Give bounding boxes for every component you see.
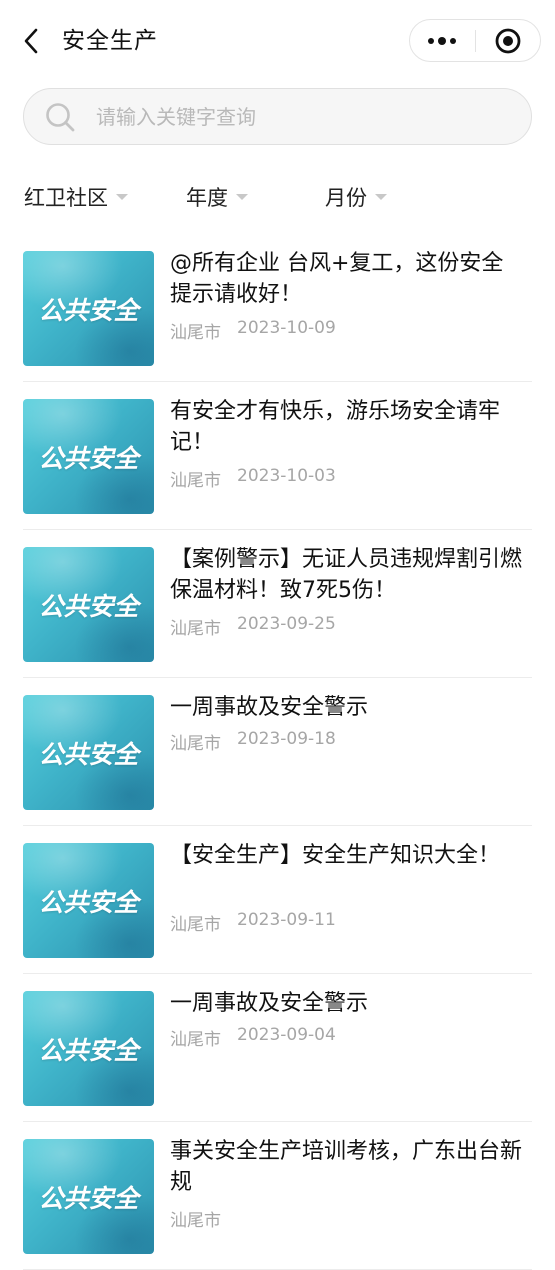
filter-month-label: 月份 [325,186,367,210]
article-source: 汕尾市 [170,734,221,754]
search-icon [44,101,76,133]
article-title: 【案例警示】无证人员违规焊割引燃保温材料！致7死5伤！ [170,547,523,603]
thumbnail-label: 公共安全 [38,295,139,325]
article-item[interactable]: 公共安全 @所有企业 台风+复工，这份安全提示请收好！ 汕尾市 2023-10-… [23,234,532,382]
article-date: 2023-09-11 [237,910,336,930]
target-close-icon [495,28,521,53]
article-source: 汕尾市 [170,1211,221,1231]
article-item[interactable]: 公共安全 一周事故及安全警示 汕尾市 2023-09-18 [23,678,532,826]
thumbnail-label: 公共安全 [38,591,139,621]
thumbnail-label: 公共安全 [38,739,139,769]
article-source: 汕尾市 [170,323,221,343]
article-item[interactable]: 公共安全 【案例警示】无证人员违规焊割引燃保温材料！致7死5伤！ 汕尾市 202… [23,530,532,678]
article-meta: 汕尾市 2023-09-04 [170,1025,336,1050]
article-date: 2023-10-03 [237,466,336,486]
back-button[interactable] [14,22,50,60]
thumbnail-label: 公共安全 [38,443,139,473]
thumbnail-label: 公共安全 [38,1183,139,1213]
article-thumbnail: 公共安全 [23,695,154,810]
filter-year[interactable]: 年度 [186,172,248,222]
navigation-bar: 安全生产 [0,0,555,82]
article-title: @所有企业 台风+复工，这份安全提示请收好！ [170,251,504,307]
more-dots-icon [428,36,457,45]
mini-program-capsule [409,19,541,62]
article-meta: 汕尾市 2023-09-18 [170,729,336,754]
article-title: 一周事故及安全警示 [170,991,369,1016]
article-item[interactable]: 公共安全 一周事故及安全警示 汕尾市 2023-09-04 [23,974,532,1122]
search-bar[interactable] [23,88,532,145]
article-title: 一周事故及安全警示 [170,695,369,720]
article-meta: 汕尾市 2023-09-25 [170,614,336,639]
article-date: 2023-10-09 [237,318,336,338]
article-thumbnail: 公共安全 [23,547,154,662]
back-arrow-icon [24,28,38,54]
article-date: 2023-09-25 [237,614,336,634]
article-item[interactable]: 公共安全 有安全才有快乐，游乐场安全请牢记！ 汕尾市 2023-10-03 [23,382,532,530]
article-title: 有安全才有快乐，游乐场安全请牢记！ [170,399,501,455]
article-source: 汕尾市 [170,915,221,935]
article-source: 汕尾市 [170,619,221,639]
filter-community-label: 红卫社区 [24,186,108,210]
article-thumbnail: 公共安全 [23,991,154,1106]
page-title: 安全生产 [62,28,158,54]
article-title: 【安全生产】安全生产知识大全！ [170,843,501,868]
article-source: 汕尾市 [170,471,221,491]
article-thumbnail: 公共安全 [23,1139,154,1254]
article-item[interactable]: 公共安全 【安全生产】安全生产知识大全！ 汕尾市 2023-09-11 [23,826,532,974]
more-menu-button[interactable] [410,20,475,61]
article-meta: 汕尾市 2023-10-03 [170,466,336,491]
filter-year-label: 年度 [186,186,228,210]
chevron-down-icon [236,194,248,200]
thumbnail-label: 公共安全 [38,887,139,917]
filter-community[interactable]: 红卫社区 [24,172,128,222]
article-meta: 汕尾市 2023-09-11 [170,910,336,935]
article-date: 2023-09-04 [237,1025,336,1045]
article-title: 事关安全生产培训考核，广东出台新规 [170,1139,523,1195]
article-thumbnail: 公共安全 [23,251,154,366]
article-date: 2023-09-18 [237,729,336,749]
close-mini-program-button[interactable] [476,20,541,61]
article-source: 汕尾市 [170,1030,221,1050]
filter-bar: 红卫社区 年度 月份 [0,172,555,222]
article-thumbnail: 公共安全 [23,843,154,958]
article-thumbnail: 公共安全 [23,399,154,514]
filter-month[interactable]: 月份 [325,172,387,222]
article-meta: 汕尾市 [170,1206,237,1231]
article-list: 公共安全 @所有企业 台风+复工，这份安全提示请收好！ 汕尾市 2023-10-… [23,234,532,1270]
thumbnail-label: 公共安全 [38,1035,139,1065]
chevron-down-icon [375,194,387,200]
article-item[interactable]: 公共安全 事关安全生产培训考核，广东出台新规 汕尾市 [23,1122,532,1270]
search-input[interactable] [96,104,531,129]
chevron-down-icon [116,194,128,200]
article-meta: 汕尾市 2023-10-09 [170,318,336,343]
